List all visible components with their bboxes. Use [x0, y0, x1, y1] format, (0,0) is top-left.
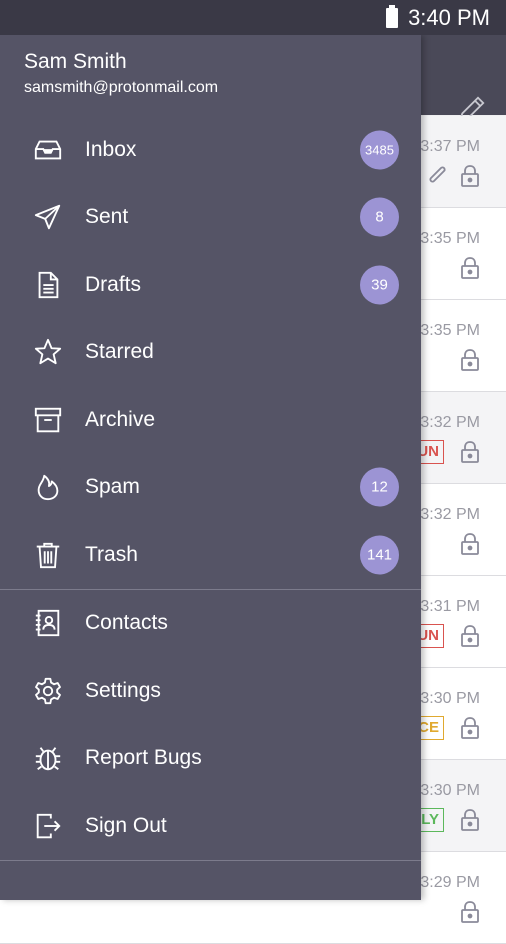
- menu-item-report-bugs[interactable]: Report Bugs: [0, 725, 421, 793]
- menu-item-trash[interactable]: Trash 141: [0, 521, 421, 589]
- menu-item-label: Contacts: [85, 611, 168, 635]
- menu-primary: Inbox 3485 Sent 8 Drafts 39 Starred Archive Spam…: [0, 116, 421, 589]
- unread-count-badge: 141: [360, 535, 399, 575]
- lock-icon: [460, 900, 480, 924]
- menu-item-label: Archive: [85, 407, 156, 431]
- menu-item-sign-out[interactable]: Sign Out: [0, 792, 421, 860]
- lock-icon: [460, 532, 480, 556]
- menu-item-spam[interactable]: Spam 12: [0, 454, 421, 522]
- message-time: 3:30 PM: [420, 782, 480, 799]
- lock-icon: [460, 716, 480, 740]
- flame-icon: [32, 471, 64, 503]
- menu-item-label: Sent: [85, 205, 129, 229]
- archive-icon: [32, 404, 64, 436]
- menu-item-label: Drafts: [85, 272, 142, 296]
- draft-icon: [32, 269, 64, 301]
- lock-icon: [460, 164, 480, 188]
- lock-icon: [460, 808, 480, 832]
- inbox-icon: [32, 134, 64, 166]
- attachment-icon: [426, 164, 452, 188]
- menu-item-label: Trash: [85, 542, 138, 566]
- user-name: Sam Smith: [24, 50, 127, 73]
- bug-icon: [32, 742, 64, 774]
- unread-count-badge: 3485: [360, 130, 399, 170]
- menu-item-contacts[interactable]: Contacts: [0, 590, 421, 658]
- menu-item-label: Report Bugs: [85, 746, 202, 770]
- sign-out-icon: [32, 810, 64, 842]
- send-icon: [32, 201, 64, 233]
- message-time: 3:30 PM: [420, 690, 480, 707]
- message-time: 3:32 PM: [420, 414, 480, 431]
- message-time: 3:31 PM: [420, 598, 480, 615]
- message-time: 3:35 PM: [420, 322, 480, 339]
- menu-item-label: Sign Out: [85, 813, 167, 837]
- message-time: 3:29 PM: [420, 874, 480, 891]
- menu-item-drafts[interactable]: Drafts 39: [0, 251, 421, 319]
- message-time: 3:32 PM: [420, 506, 480, 523]
- unread-count-badge: 12: [360, 467, 399, 507]
- menu-item-settings[interactable]: Settings: [0, 657, 421, 725]
- battery-icon: [386, 4, 399, 28]
- menu-item-starred[interactable]: Starred: [0, 319, 421, 387]
- message-time: 3:35 PM: [420, 230, 480, 247]
- trash-icon: [32, 539, 64, 571]
- user-email: samsmith@protonmail.com: [24, 79, 219, 96]
- lock-icon: [460, 624, 480, 648]
- message-time: 3:37 PM: [420, 138, 480, 155]
- contacts-icon: [32, 607, 64, 639]
- menu-secondary: Contacts Settings Report Bugs Sign Out: [0, 590, 421, 860]
- menu-item-archive[interactable]: Archive: [0, 386, 421, 454]
- menu-item-inbox[interactable]: Inbox 3485: [0, 116, 421, 184]
- navigation-drawer: Sam Smith samsmith@protonmail.com Inbox 3…: [0, 35, 421, 900]
- unread-count-badge: 39: [360, 265, 399, 305]
- account-header[interactable]: Sam Smith samsmith@protonmail.com: [0, 35, 421, 115]
- lock-icon: [460, 256, 480, 280]
- unread-count-badge: 8: [360, 197, 399, 237]
- star-icon: [32, 336, 64, 368]
- lock-icon: [460, 440, 480, 464]
- menu-divider-bottom: [0, 859, 421, 861]
- menu-item-label: Settings: [85, 678, 161, 702]
- menu-item-label: Spam: [85, 475, 140, 499]
- menu-item-label: Starred: [85, 340, 154, 364]
- menu-item-label: Inbox: [85, 137, 137, 161]
- menu-item-sent[interactable]: Sent 8: [0, 184, 421, 252]
- lock-icon: [460, 348, 480, 372]
- status-bar: 3:40 PM: [0, 0, 506, 35]
- gear-icon: [32, 675, 64, 707]
- status-clock: 3:40 PM: [408, 4, 490, 30]
